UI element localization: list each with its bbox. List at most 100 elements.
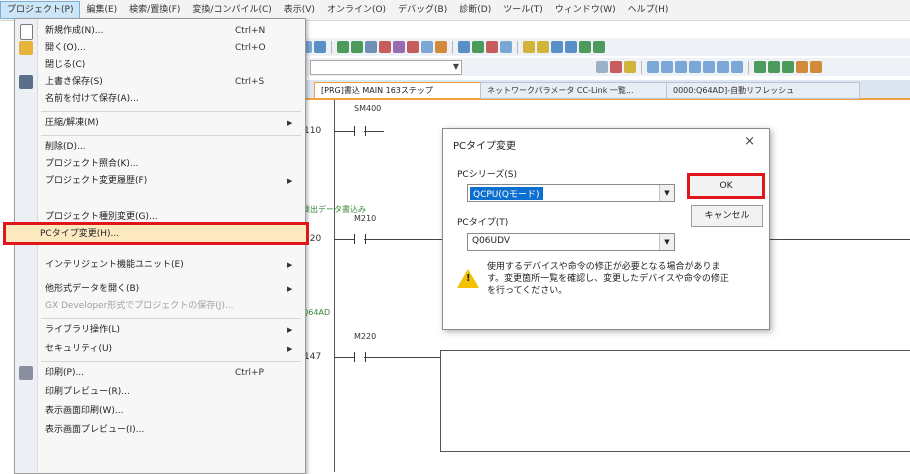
menu-window[interactable]: ウィンドウ(W) [549, 1, 622, 19]
toolbar-icon[interactable] [675, 61, 687, 73]
menu-tool[interactable]: ツール(T) [497, 1, 549, 19]
toolbar-separator [331, 40, 332, 54]
toolbar-icon[interactable] [703, 61, 715, 73]
toolbar-icon[interactable] [537, 41, 549, 53]
toolbar-separator [641, 60, 642, 74]
toolbar-icon[interactable] [337, 41, 349, 53]
function-block[interactable] [440, 350, 910, 452]
menu-item-label: PCタイプ変更(H)... [40, 229, 120, 239]
toolbar-separator [748, 60, 749, 74]
menu-item-security[interactable]: セキュリティ(U) ▶ [15, 341, 305, 357]
toolbar-icon[interactable] [393, 41, 405, 53]
toolbar-icon[interactable] [486, 41, 498, 53]
menu-item-label: GX Developer形式でプロジェクトの保存(J)... [45, 301, 234, 311]
toolbar-icon[interactable] [610, 61, 622, 73]
menu-item-label: 削除(D)... [45, 142, 86, 152]
toolbar-icon[interactable] [593, 41, 605, 53]
submenu-arrow-icon: ▶ [287, 285, 293, 293]
menu-separator [41, 318, 301, 319]
tab-network-parameters[interactable]: ネットワークパラメータ CC-Link 一覧... [480, 82, 674, 99]
toolbar-icon[interactable] [472, 41, 484, 53]
toolbar-icon[interactable] [421, 41, 433, 53]
menu-item-library[interactable]: ライブラリ操作(L) ▶ [15, 322, 305, 338]
toolbar-icon[interactable] [661, 61, 673, 73]
warning-message: 使用するデバイスや命令の修正が必要となる場合があります。変更箇所一覧を確認し、変… [487, 262, 729, 296]
menu-find-replace[interactable]: 検索/置換(F) [123, 1, 186, 19]
menu-item-delete[interactable]: 削除(D)... [15, 139, 305, 155]
menu-item-open-other-format[interactable]: 他形式データを開く(B) ▶ [15, 281, 305, 297]
pc-series-select[interactable]: QCPU(Qモード) ▼ [467, 184, 675, 202]
toolbar-icon[interactable] [523, 41, 535, 53]
menu-item-close[interactable]: 閉じる(C) [15, 57, 305, 73]
menu-help[interactable]: ヘルプ(H) [622, 1, 675, 19]
menu-item-print-screen[interactable]: 表示画面印刷(W)... [15, 403, 305, 419]
toolbar-icon[interactable] [717, 61, 729, 73]
document-tab-bar: [PRG]書込 MAIN 163ステップ ネットワークパラメータ CC-Link… [300, 80, 910, 100]
toolbar-icon[interactable] [689, 61, 701, 73]
menu-item-label: ライブラリ操作(L) [45, 325, 121, 335]
toolbar-icon[interactable] [565, 41, 577, 53]
toolbar-icon[interactable] [500, 41, 512, 53]
toolbar-icon[interactable] [810, 61, 822, 73]
menu-project[interactable]: プロジェクト(P) [0, 1, 81, 19]
menu-item-label: 印刷(P)... [45, 368, 85, 378]
toolbar-icon[interactable] [782, 61, 794, 73]
toolbar-icon[interactable] [596, 61, 608, 73]
toolbar-icon[interactable] [796, 61, 808, 73]
menu-item-print-preview[interactable]: 印刷プレビュー(R)... [15, 384, 305, 400]
tab-auto-refresh[interactable]: 0000:Q64AD]-自動リフレッシュ [666, 82, 860, 99]
close-icon[interactable]: × [744, 134, 755, 149]
menu-convert[interactable]: 変換/コンパイル(C) [186, 1, 277, 19]
toolbar-icon[interactable] [351, 41, 363, 53]
toolbar-icon[interactable] [768, 61, 780, 73]
toolbar-icon[interactable] [731, 61, 743, 73]
contact-device: M220 [354, 332, 377, 341]
menu-debug[interactable]: デバッグ(B) [392, 1, 453, 19]
chevron-down-icon: ▼ [659, 234, 674, 250]
submenu-arrow-icon: ▶ [287, 177, 293, 185]
series-label: PCシリーズ(S) [457, 170, 517, 180]
menu-item-shortcut: Ctrl+S [235, 77, 265, 87]
menu-item-compress[interactable]: 圧縮/解凍(M) ▶ [15, 115, 305, 131]
menu-item-label: インテリジェント機能ユニット(E) [45, 260, 184, 270]
menu-item-label: セキュリティ(U) [45, 344, 113, 354]
menu-item-label: 表示画面プレビュー(I)... [45, 425, 145, 435]
menu-item-label: 印刷プレビュー(R)... [45, 387, 130, 397]
menu-item-shortcut: Ctrl+N [235, 26, 266, 36]
menu-item-open[interactable]: 開く(O)... Ctrl+O [15, 40, 305, 56]
menu-edit[interactable]: 編集(E) [80, 1, 123, 19]
menu-item-verify[interactable]: プロジェクト照合(K)... [15, 156, 305, 172]
menu-item-save-gx-developer[interactable]: GX Developer形式でプロジェクトの保存(J)... [15, 298, 305, 314]
toolbar-icon[interactable] [647, 61, 659, 73]
menu-item-print[interactable]: 印刷(P)... Ctrl+P [15, 365, 305, 381]
tab-program-main[interactable]: [PRG]書込 MAIN 163ステップ [314, 82, 488, 99]
toolbar-combo[interactable]: ▼ [310, 59, 462, 75]
menu-item-new[interactable]: 新規作成(N)... Ctrl+N [15, 23, 305, 40]
menu-view[interactable]: 表示(V) [278, 1, 321, 19]
cancel-button[interactable]: キャンセル [691, 205, 763, 227]
toolbar-icon[interactable] [407, 41, 419, 53]
menu-diagnostics[interactable]: 診断(D) [453, 1, 497, 19]
menu-online[interactable]: オンライン(O) [321, 1, 392, 19]
ok-button[interactable]: OK [687, 173, 765, 199]
submenu-arrow-icon: ▶ [287, 326, 293, 334]
toolbar-icon[interactable] [379, 41, 391, 53]
menu-item-label: 開く(O)... [45, 43, 86, 53]
menu-item-save[interactable]: 上書き保存(S) Ctrl+S [15, 74, 305, 90]
toolbar-icon[interactable] [624, 61, 636, 73]
toolbar-icon[interactable] [579, 41, 591, 53]
menu-item-label: 名前を付けて保存(A)... [45, 94, 139, 104]
menu-item-save-as[interactable]: 名前を付けて保存(A)... [15, 91, 305, 107]
toolbar-icon[interactable] [754, 61, 766, 73]
toolbar-icon[interactable] [365, 41, 377, 53]
menu-item-screen-preview[interactable]: 表示画面プレビュー(I)... [15, 422, 305, 438]
new-file-icon [20, 24, 33, 40]
toolbar-icon[interactable] [314, 41, 326, 53]
toolbar-icon[interactable] [458, 41, 470, 53]
toolbar-icon[interactable] [551, 41, 563, 53]
menu-item-change-history[interactable]: プロジェクト変更履歴(F) ▶ [15, 173, 305, 189]
pc-type-select[interactable]: Q06UDV ▼ [467, 233, 675, 251]
toolbar-icon[interactable] [435, 41, 447, 53]
menu-item-intelligent-module[interactable]: インテリジェント機能ユニット(E) ▶ [15, 257, 305, 273]
left-power-rail [334, 100, 335, 472]
